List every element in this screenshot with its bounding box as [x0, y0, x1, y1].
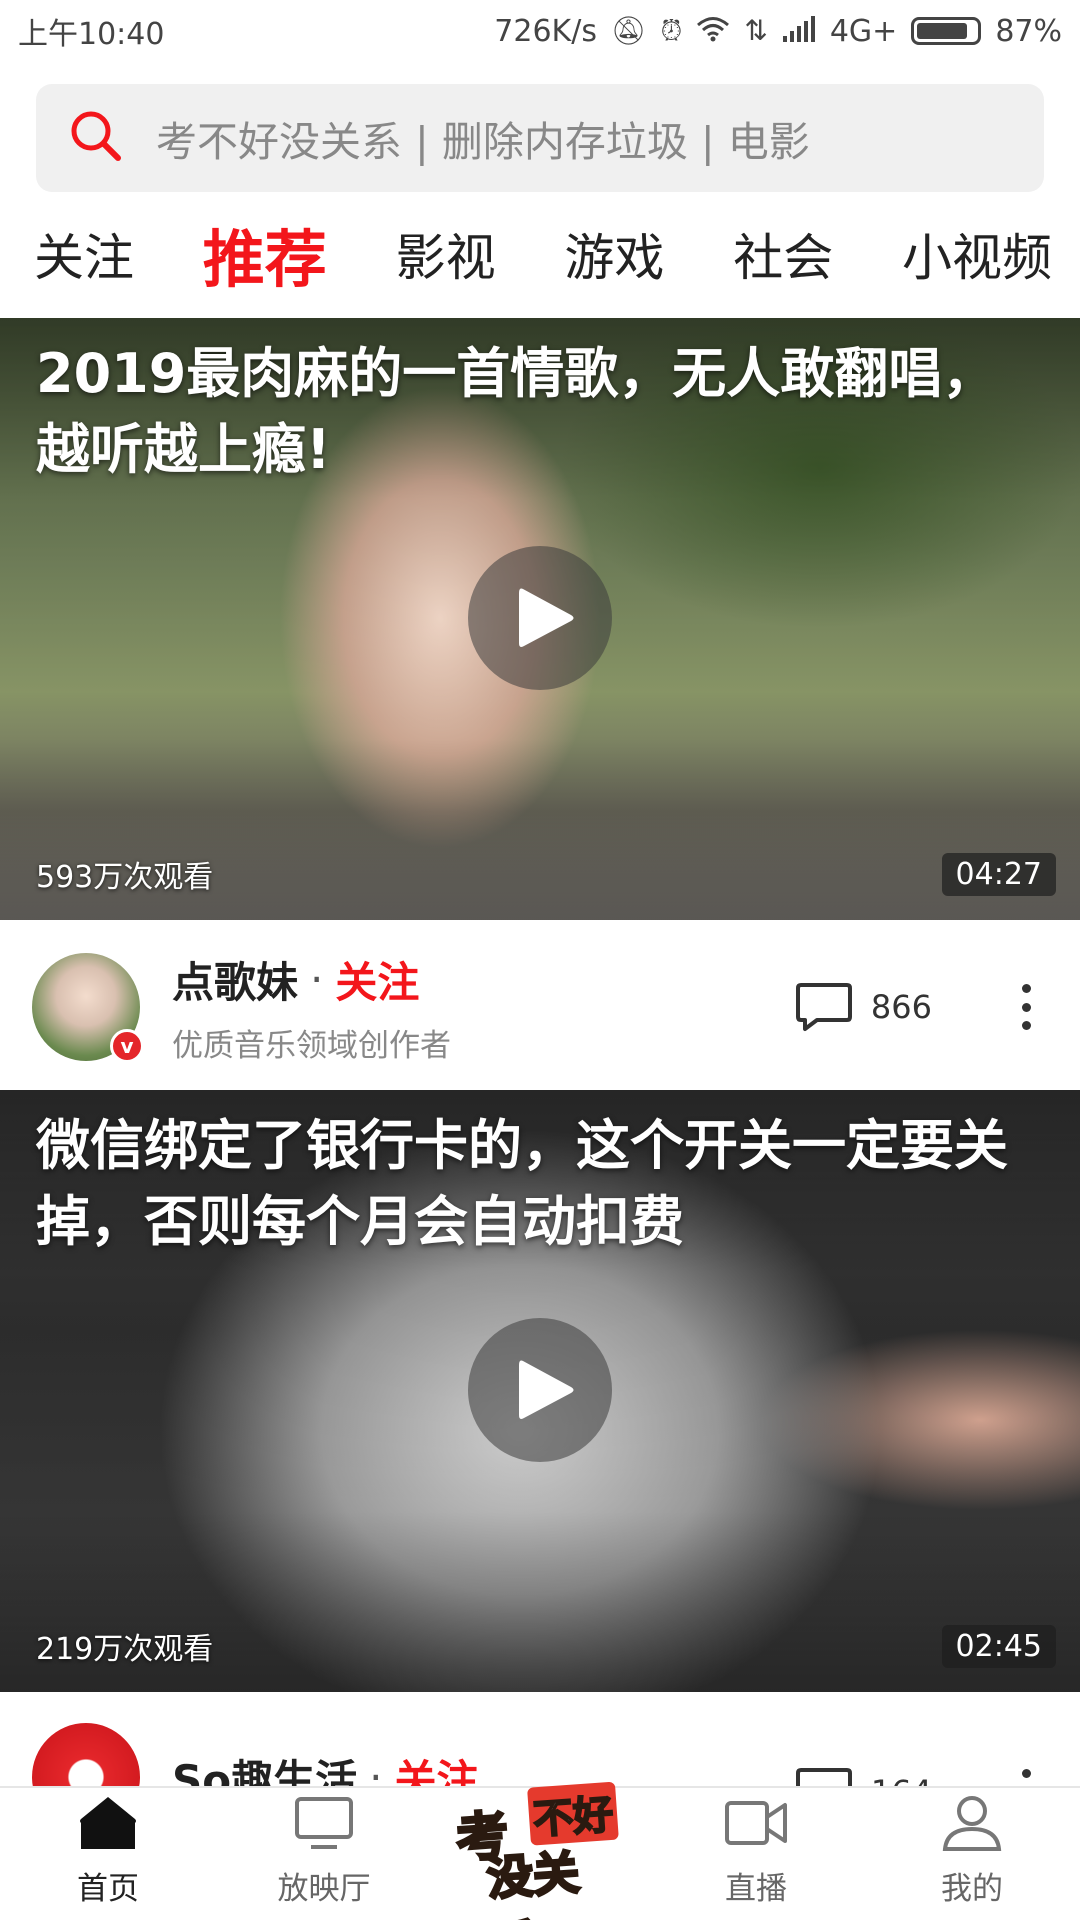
tab-games[interactable]: 游戏: [564, 218, 664, 290]
tab-short-video[interactable]: 小视频: [902, 218, 1052, 290]
battery-percent: 87%: [995, 13, 1062, 49]
network-type: 4G+: [829, 13, 898, 49]
video-duration: 02:45: [941, 1625, 1056, 1668]
author-description: 优质音乐领域创作者: [172, 1028, 451, 1064]
home-icon: [80, 1797, 136, 1849]
mute-icon: 🔕︎: [610, 14, 647, 47]
search-bar[interactable]: 考不好没关系 | 删除内存垃圾 | 电影: [36, 84, 1044, 192]
bottom-navigation: 首页 放映厅 考 不好 没关系? 直播 我的: [0, 1781, 1080, 1920]
play-icon: [519, 1360, 574, 1419]
nav-live[interactable]: 直播: [648, 1788, 864, 1920]
app-screen: 上午10:40 726K/s 🔕︎ ⏰︎ ⇅ 4G+ 87% 考不好没关系 | …: [0, 0, 1080, 1920]
view-count: 219万次观看: [36, 1632, 214, 1667]
user-icon: [942, 1796, 1002, 1851]
verified-badge-icon: v: [110, 1029, 144, 1063]
nav-cinema[interactable]: 放映厅: [216, 1788, 432, 1920]
video-camera-icon: [725, 1801, 787, 1845]
tab-society[interactable]: 社会: [733, 218, 833, 290]
nav-home-label: 首页: [77, 1871, 139, 1907]
battery-level: [917, 23, 967, 39]
comment-count: 866: [870, 988, 932, 1026]
promo-logo-badge: 考 不好 没关系?: [447, 1779, 633, 1920]
status-time: 上午10:40: [18, 17, 165, 52]
tab-movies[interactable]: 影视: [396, 218, 496, 290]
center-promo-logo[interactable]: 考 不好 没关系?: [432, 1781, 648, 1920]
video-title[interactable]: 微信绑定了银行卡的，这个开关一定要关掉，否则每个月会自动扣费: [36, 1108, 1046, 1260]
author-row: v 点歌妹 · 关注 优质音乐领域创作者 866: [0, 932, 1080, 1082]
logo-text-3: 没关系?: [484, 1844, 583, 1920]
category-tabs: 关注 推荐 影视 游戏 社会 小视频: [0, 206, 1080, 302]
play-icon: [519, 588, 574, 647]
video-title[interactable]: 2019最肉麻的一首情歌，无人敢翻唱，越听越上瘾!: [36, 336, 1046, 488]
nav-cinema-label: 放映厅: [277, 1871, 371, 1907]
battery-icon: [911, 17, 982, 45]
video-duration: 04:27: [941, 853, 1056, 896]
network-speed: 726K/s: [494, 13, 597, 49]
nav-live-label: 直播: [725, 1871, 787, 1907]
nav-profile[interactable]: 我的: [864, 1788, 1080, 1920]
nav-profile-label: 我的: [941, 1871, 1003, 1907]
search-placeholder: 考不好没关系 | 删除内存垃圾 | 电影: [156, 118, 810, 166]
comment-icon: [795, 983, 852, 1031]
status-bar: 上午10:40 726K/s 🔕︎ ⏰︎ ⇅ 4G+ 87%: [0, 0, 1080, 62]
video-card-thumbnail[interactable]: 微信绑定了银行卡的，这个开关一定要关掉，否则每个月会自动扣费 219万次观看 0…: [0, 1090, 1080, 1692]
signal-icon: [782, 15, 816, 47]
author-name[interactable]: 点歌妹: [172, 949, 298, 1010]
author-info: 点歌妹 · 关注 优质音乐领域创作者: [172, 949, 451, 1065]
follow-button[interactable]: 关注: [335, 949, 419, 1010]
view-count: 593万次观看: [36, 860, 214, 895]
tab-follow[interactable]: 关注: [34, 218, 134, 290]
status-icons: 726K/s 🔕︎ ⏰︎ ⇅ 4G+ 87%: [494, 14, 1062, 49]
author-name-line: 点歌妹 · 关注: [172, 949, 451, 1010]
data-transfer-icon: ⇅: [744, 14, 768, 47]
avatar[interactable]: v: [32, 953, 144, 1063]
nav-home[interactable]: 首页: [0, 1788, 216, 1920]
play-button[interactable]: [468, 1318, 612, 1462]
separator-dot: ·: [310, 955, 324, 1004]
video-card-thumbnail[interactable]: 2019最肉麻的一首情歌，无人敢翻唱，越听越上瘾! 593万次观看 04:27: [0, 318, 1080, 920]
comment-button[interactable]: 866: [795, 981, 932, 1033]
play-button[interactable]: [468, 546, 612, 690]
tv-icon: [295, 1797, 353, 1849]
wifi-icon: [696, 16, 730, 47]
search-icon: [66, 106, 126, 170]
more-options-icon[interactable]: [1016, 984, 1036, 1030]
alarm-icon: ⏰︎: [660, 14, 683, 47]
tab-recommend[interactable]: 推荐: [203, 209, 327, 299]
